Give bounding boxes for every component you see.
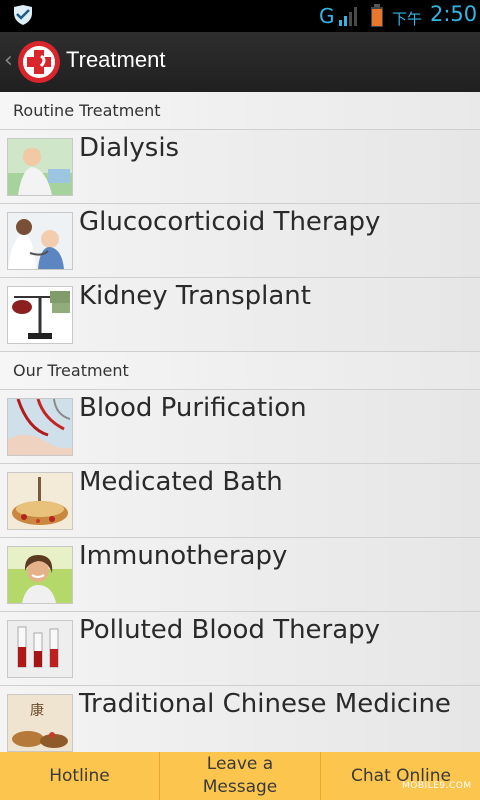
list-item-polluted-blood[interactable]: Polluted Blood Therapy: [0, 612, 480, 686]
watermark: MOBILE9.COM: [402, 781, 472, 791]
back-chevron-icon[interactable]: ‹: [4, 48, 13, 73]
hotline-button[interactable]: Hotline: [0, 752, 160, 800]
scale-kidney-photo: [7, 286, 73, 344]
list-item-tcm[interactable]: 康 Traditional Chinese Medicine: [0, 686, 480, 752]
action-bar: ‹ Treatment: [0, 32, 480, 93]
blood-samples-photo: [7, 620, 73, 678]
chinese-herbs-photo: 康: [7, 694, 73, 752]
bath-herbs-photo: [7, 472, 73, 530]
dialysis-photo: [7, 138, 73, 196]
treatment-list[interactable]: Routine Treatment Dialysis Glucocorticoi…: [0, 92, 480, 752]
leave-message-line2: Message: [202, 777, 278, 797]
doctor-child-photo: [7, 212, 73, 270]
list-item-label: Blood Purification: [79, 393, 307, 423]
leave-message-label: Leave a Message: [203, 753, 278, 799]
list-item-kidney-transplant[interactable]: Kidney Transplant: [0, 278, 480, 352]
blood-tubing-photo: [7, 398, 73, 456]
section-header-our: Our Treatment: [0, 352, 480, 390]
list-item-label: Polluted Blood Therapy: [79, 615, 381, 645]
list-item-label: Glucocorticoid Therapy: [79, 207, 381, 237]
svg-text:康: 康: [30, 702, 44, 719]
section-title: Our Treatment: [13, 361, 129, 380]
list-item-label: Traditional Chinese Medicine: [79, 689, 451, 719]
list-item-label: Kidney Transplant: [79, 281, 311, 311]
section-title: Routine Treatment: [13, 101, 161, 120]
chat-online-button[interactable]: Chat Online: [321, 752, 480, 800]
list-item-label: Immunotherapy: [79, 541, 288, 571]
network-type: G: [319, 4, 335, 28]
list-item-dialysis[interactable]: Dialysis: [0, 130, 480, 204]
hotline-label: Hotline: [49, 765, 110, 786]
red-cross-logo-icon[interactable]: [17, 40, 61, 88]
page-title: Treatment: [66, 47, 166, 72]
list-item-blood-purification[interactable]: Blood Purification: [0, 390, 480, 464]
clock: 2:50: [430, 2, 478, 26]
leave-message-line1: Leave a: [206, 754, 274, 774]
smiling-woman-photo: [7, 546, 73, 604]
bottom-action-bar: Hotline Leave a Message Chat Online: [0, 752, 480, 800]
list-item-label: Dialysis: [79, 133, 180, 163]
list-item-label: Medicated Bath: [79, 467, 283, 497]
status-bar: G 下午 2:50: [0, 0, 480, 32]
shield-icon: [12, 5, 34, 29]
leave-message-button[interactable]: Leave a Message: [160, 752, 321, 800]
list-item-medicated-bath[interactable]: Medicated Bath: [0, 464, 480, 538]
list-item-glucocorticoid[interactable]: Glucocorticoid Therapy: [0, 204, 480, 278]
signal-icon: [338, 6, 362, 30]
battery-icon: [370, 4, 384, 32]
section-header-routine: Routine Treatment: [0, 92, 480, 130]
list-item-immunotherapy[interactable]: Immunotherapy: [0, 538, 480, 612]
time-period: 下午: [392, 10, 423, 28]
